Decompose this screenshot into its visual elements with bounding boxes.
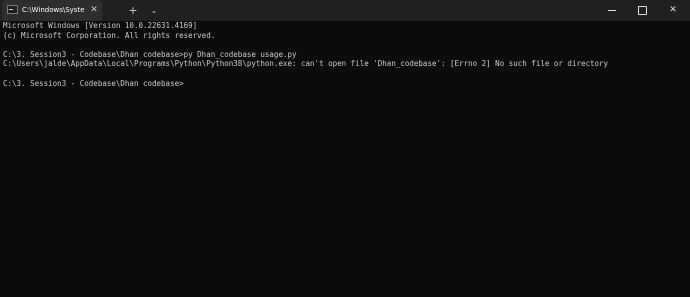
console-output[interactable]: Microsoft Windows [Version 10.0.22631.41… xyxy=(0,21,690,297)
tab-close-button[interactable]: ✕ xyxy=(88,4,100,17)
minimize-button[interactable] xyxy=(597,0,627,21)
console-line: Microsoft Windows [Version 10.0.22631.41… xyxy=(3,21,198,30)
minimize-icon xyxy=(608,10,616,11)
console-line: C:\3. Session3 - Codebase\Dhan codebase>… xyxy=(3,49,297,59)
terminal-icon xyxy=(7,5,18,14)
console-line: C:\Users\jalde\AppData\Local\Programs\Py… xyxy=(3,59,609,69)
tab-cmd[interactable]: C:\Windows\System32\cmd.e ✕ xyxy=(2,0,102,21)
maximize-button[interactable] xyxy=(627,0,657,21)
maximize-icon xyxy=(638,6,647,15)
tab-title: C:\Windows\System32\cmd.e xyxy=(22,6,85,14)
title-bar[interactable]: C:\Windows\System32\cmd.e ✕ + ⌄ ✕ xyxy=(0,0,690,21)
close-window-button[interactable]: ✕ xyxy=(658,0,688,21)
console-line: (c) Microsoft Corporation. All rights re… xyxy=(3,30,216,40)
terminal-window: C:\Windows\System32\cmd.e ✕ + ⌄ ✕ Micros… xyxy=(0,0,690,297)
console-prompt[interactable]: C:\3. Session3 - Codebase\Dhan codebase> xyxy=(3,79,690,89)
new-tab-button[interactable]: + xyxy=(126,3,140,18)
tab-dropdown-button[interactable]: ⌄ xyxy=(148,3,160,18)
